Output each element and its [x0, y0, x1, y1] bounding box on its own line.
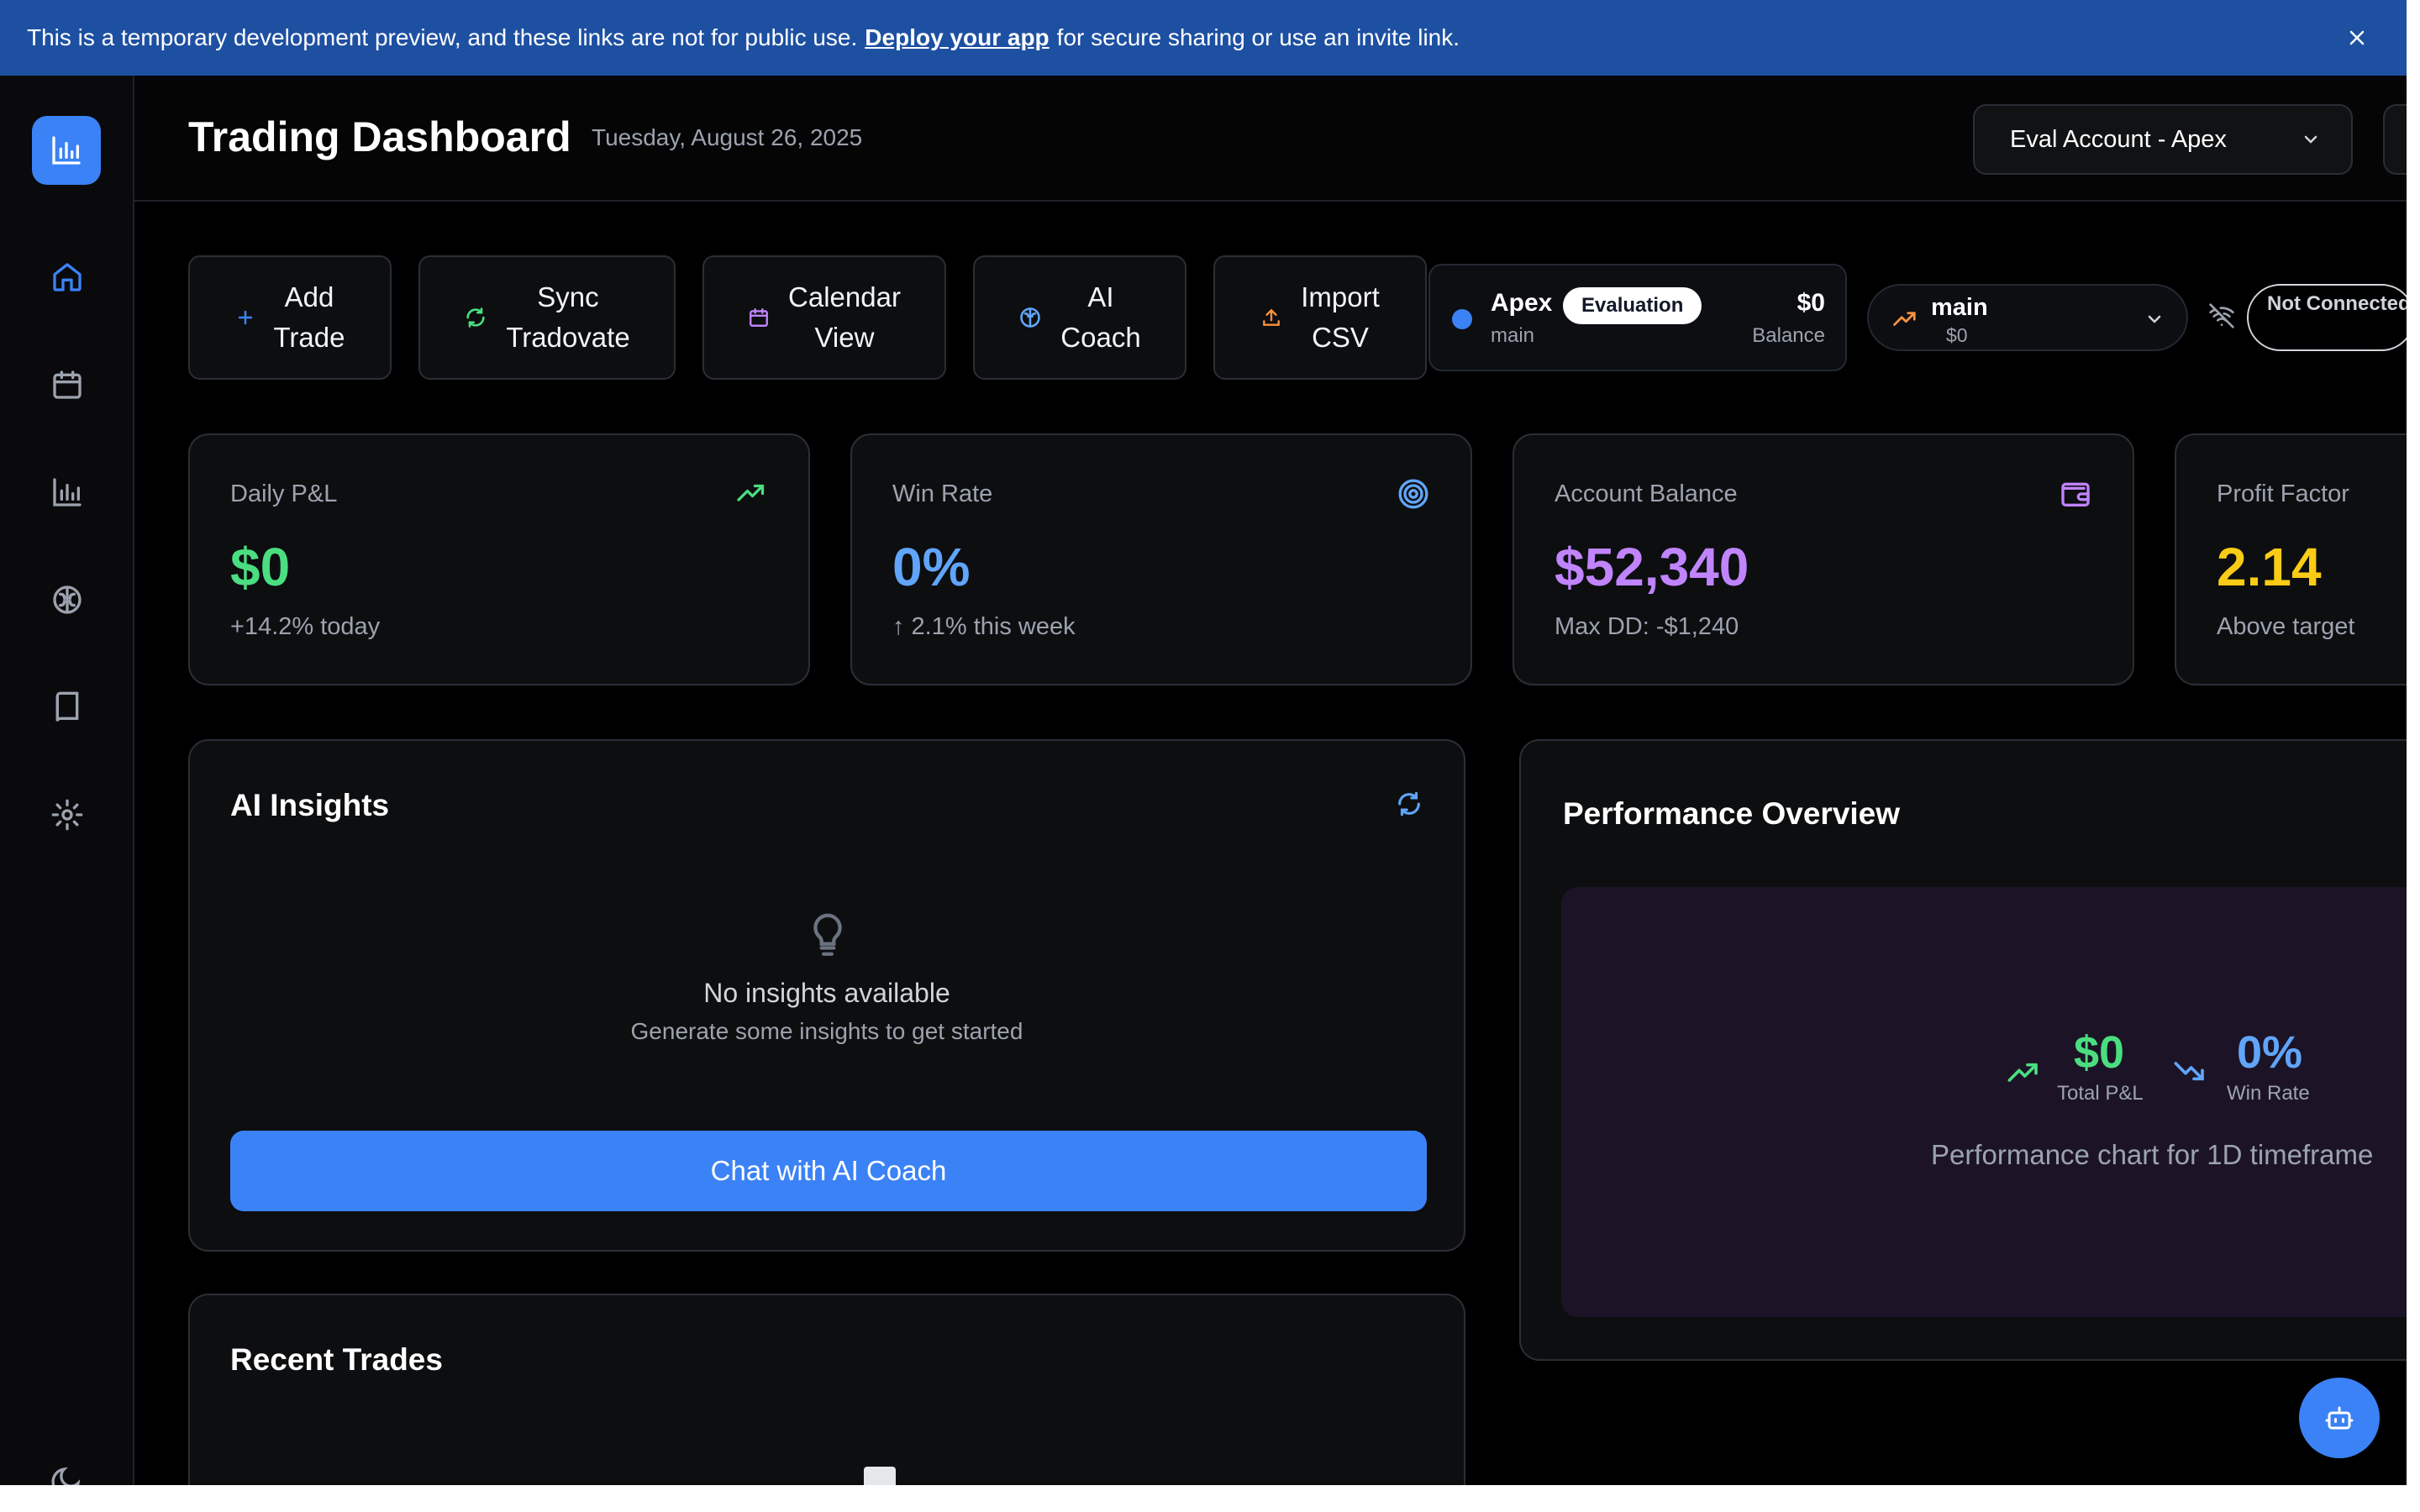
- window-edge-bottom: [0, 1485, 2420, 1512]
- stat-value: $0: [230, 537, 291, 597]
- chart-caption: Performance chart for 1D timeframe: [1931, 1139, 2374, 1170]
- close-icon[interactable]: [2341, 22, 2373, 54]
- add-trade-label: Add Trade: [273, 281, 345, 353]
- calendar-view-button[interactable]: Calendar View: [702, 255, 946, 380]
- sidebar-item-settings[interactable]: [34, 781, 101, 848]
- chevron-down-icon: [2148, 315, 2161, 323]
- plus-icon: [238, 310, 252, 325]
- chat-bot-button[interactable]: [2299, 1378, 2380, 1458]
- import-csv-label: Import CSV: [1301, 281, 1380, 353]
- book-icon: [55, 691, 79, 722]
- current-date: Tuesday, August 26, 2025: [592, 124, 863, 150]
- performance-overview-panel: Performance Overview $0 Total P&L 0% Win…: [1519, 739, 2420, 1361]
- brain-icon: [53, 585, 82, 614]
- stat-sub: ↑ 2.1% this week: [892, 613, 1076, 640]
- total-pnl-label: Total P&L: [2057, 1082, 2144, 1105]
- panel-title: AI Insights: [230, 788, 390, 822]
- apex-account-branch: main: [1491, 324, 1535, 347]
- target-icon: [1398, 479, 1428, 509]
- preview-banner: This is a temporary development preview,…: [0, 0, 2407, 76]
- page: This is a temporary development preview,…: [0, 0, 2420, 1512]
- empty-state-subtitle: Generate some insights to get started: [630, 1018, 1023, 1044]
- stat-value: $52,340: [1555, 537, 1749, 597]
- sidebar-item-journal[interactable]: [34, 674, 101, 741]
- recent-trades-panel: Recent Trades: [188, 1294, 1465, 1512]
- sync-tradovate-label: Sync Tradovate: [506, 281, 630, 353]
- upload-icon: [1263, 308, 1281, 326]
- banner-text-after: for secure sharing or use an invite link…: [1056, 24, 1460, 50]
- sidebar: [0, 76, 134, 1496]
- stat-label: Win Rate: [892, 480, 993, 507]
- gear-icon: [51, 799, 83, 831]
- lightbulb-icon: [813, 913, 842, 956]
- chevron-down-icon: [2304, 135, 2317, 144]
- calendar-icon: [53, 370, 82, 399]
- stat-value: 0%: [892, 537, 971, 597]
- bar-chart-icon: [53, 478, 82, 507]
- trending-up-icon: [737, 484, 765, 501]
- import-csv-button[interactable]: Import CSV: [1213, 255, 1427, 380]
- home-icon: [53, 263, 82, 291]
- sidebar-item-home[interactable]: [34, 244, 101, 311]
- panel-title: Recent Trades: [230, 1342, 443, 1377]
- ai-coach-label: AI Coach: [1060, 281, 1141, 353]
- account-balance-card: Account Balance $52,340 Max DD: -$1,240: [1512, 433, 2134, 685]
- connection-status-badge: Not Connected: [2247, 284, 2415, 351]
- branch-value: $0: [1946, 324, 1968, 346]
- apex-account-name: Apex: [1491, 289, 1553, 317]
- sidebar-item-calendar[interactable]: [34, 351, 101, 418]
- performance-chart-area: $0 Total P&L 0% Win Rate Performance cha…: [1561, 887, 2420, 1317]
- banner-text: This is a temporary development preview,…: [27, 24, 858, 50]
- profit-factor-card: Profit Factor 2.14 Above target: [2175, 433, 2420, 685]
- add-trade-button[interactable]: Add Trade: [188, 255, 392, 380]
- branch-name: main: [1931, 294, 1988, 321]
- header: Trading Dashboard Tuesday, August 26, 20…: [134, 76, 2417, 202]
- stat-label: Account Balance: [1555, 480, 1738, 507]
- loading-icon: [864, 1467, 896, 1487]
- stat-label: Profit Factor: [2217, 480, 2349, 507]
- window-edge: [2407, 0, 2420, 1512]
- brain-icon: [1020, 307, 1041, 328]
- trending-down-icon: [2174, 1062, 2204, 1081]
- page-title: Trading Dashboard: [188, 113, 571, 160]
- apex-balance-label: Balance: [1752, 324, 1825, 347]
- sidebar-item-analytics[interactable]: [34, 459, 101, 526]
- account-select[interactable]: Eval Account - Apex: [1973, 104, 2353, 175]
- status-dot: [1452, 309, 1472, 329]
- stat-sub: +14.2% today: [230, 613, 381, 640]
- apex-account-balance: $0: [1797, 289, 1825, 317]
- stat-sub: Above target: [2217, 613, 2355, 640]
- app-logo[interactable]: [32, 116, 101, 185]
- evaluation-badge: Evaluation: [1563, 287, 1702, 324]
- win-rate-value: 0%: [2237, 1027, 2303, 1078]
- sync-tradovate-button[interactable]: Sync Tradovate: [418, 255, 676, 380]
- win-rate-label: Win Rate: [2227, 1082, 2310, 1105]
- chat-with-ai-coach-button[interactable]: Chat with AI Coach: [230, 1131, 1427, 1211]
- daily-pnl-card: Daily P&L $0 +14.2% today: [188, 433, 810, 685]
- refresh-icon: [466, 307, 485, 328]
- bot-icon: [2325, 1406, 2354, 1430]
- stat-sub: Max DD: -$1,240: [1555, 613, 1739, 640]
- apex-account-card[interactable]: Apex Evaluation main $0 Balance: [1428, 264, 1847, 371]
- branch-select[interactable]: main $0: [1867, 284, 2188, 351]
- total-pnl-value: $0: [2074, 1027, 2125, 1078]
- ai-insights-panel: AI Insights No insights available Genera…: [188, 739, 1465, 1252]
- stat-value: 2.14: [2217, 537, 2322, 597]
- wallet-icon: [2061, 482, 2090, 507]
- calendar-icon: [750, 308, 768, 327]
- refresh-icon[interactable]: [1395, 790, 1423, 818]
- account-select-value: Eval Account - Apex: [2010, 125, 2227, 153]
- deploy-app-link[interactable]: Deploy your app: [865, 24, 1049, 51]
- sidebar-item-ai-coach[interactable]: [34, 566, 101, 633]
- trending-up-icon: [1893, 312, 1916, 326]
- panel-title: Performance Overview: [1563, 796, 1901, 831]
- wifi-off-icon: [2208, 302, 2235, 333]
- win-rate-card: Win Rate 0% ↑ 2.1% this week: [850, 433, 1472, 685]
- empty-state-title: No insights available: [703, 978, 950, 1008]
- calendar-view-label: Calendar View: [788, 281, 901, 353]
- trending-up-icon: [2007, 1063, 2038, 1082]
- ai-coach-button[interactable]: AI Coach: [973, 255, 1186, 380]
- stat-label: Daily P&L: [230, 480, 338, 507]
